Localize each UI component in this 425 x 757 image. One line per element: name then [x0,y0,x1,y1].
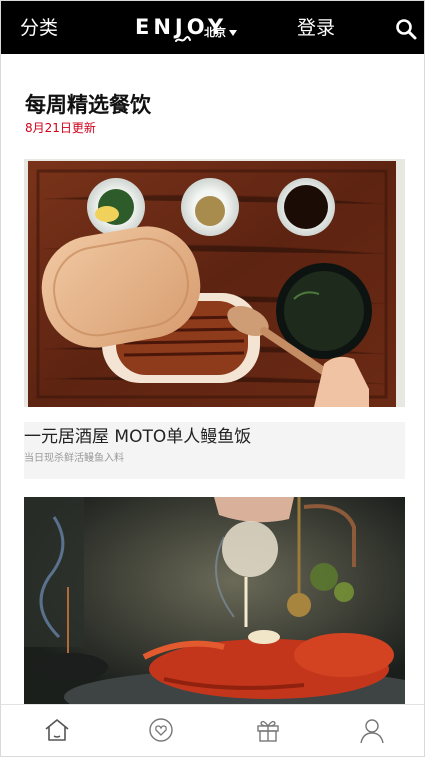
gift-icon[interactable] [253,715,283,745]
card-info[interactable]: 一元居酒屋 MOTO单人鳗鱼饭 当日现杀鲜活鳗鱼入料 [24,422,405,479]
lobster-photo[interactable] [24,497,405,707]
section-title: 每周精选餐饮 [25,93,151,117]
app-frame: 分类 ENJOY 北京 登录 每周精选餐饮 8月21日更新 一元居酒屋 MOTO… [0,0,425,757]
card-subtitle: 当日现杀鲜活鳗鱼入料 [24,453,124,464]
lobster-illustration [24,497,405,707]
bottom-tab-bar [1,704,424,756]
city-name: 北京 [204,26,226,39]
user-icon[interactable] [357,715,387,745]
top-header: 分类 ENJOY 北京 登录 [1,1,424,54]
city-selector[interactable]: 北京 [204,26,237,40]
login-button[interactable]: 登录 [297,15,335,41]
category-button[interactable]: 分类 [20,15,58,41]
caret-down-icon [229,30,237,36]
update-date: 8月21日更新 [25,121,96,135]
heart-icon[interactable] [146,715,176,745]
home-icon[interactable] [42,715,72,745]
eel-rice-illustration [24,159,405,407]
search-icon[interactable] [395,18,417,40]
logo-swirl-icon [175,36,191,42]
eel-rice-photo[interactable] [24,159,405,407]
card-title: 一元居酒屋 MOTO单人鳗鱼饭 [24,427,252,447]
